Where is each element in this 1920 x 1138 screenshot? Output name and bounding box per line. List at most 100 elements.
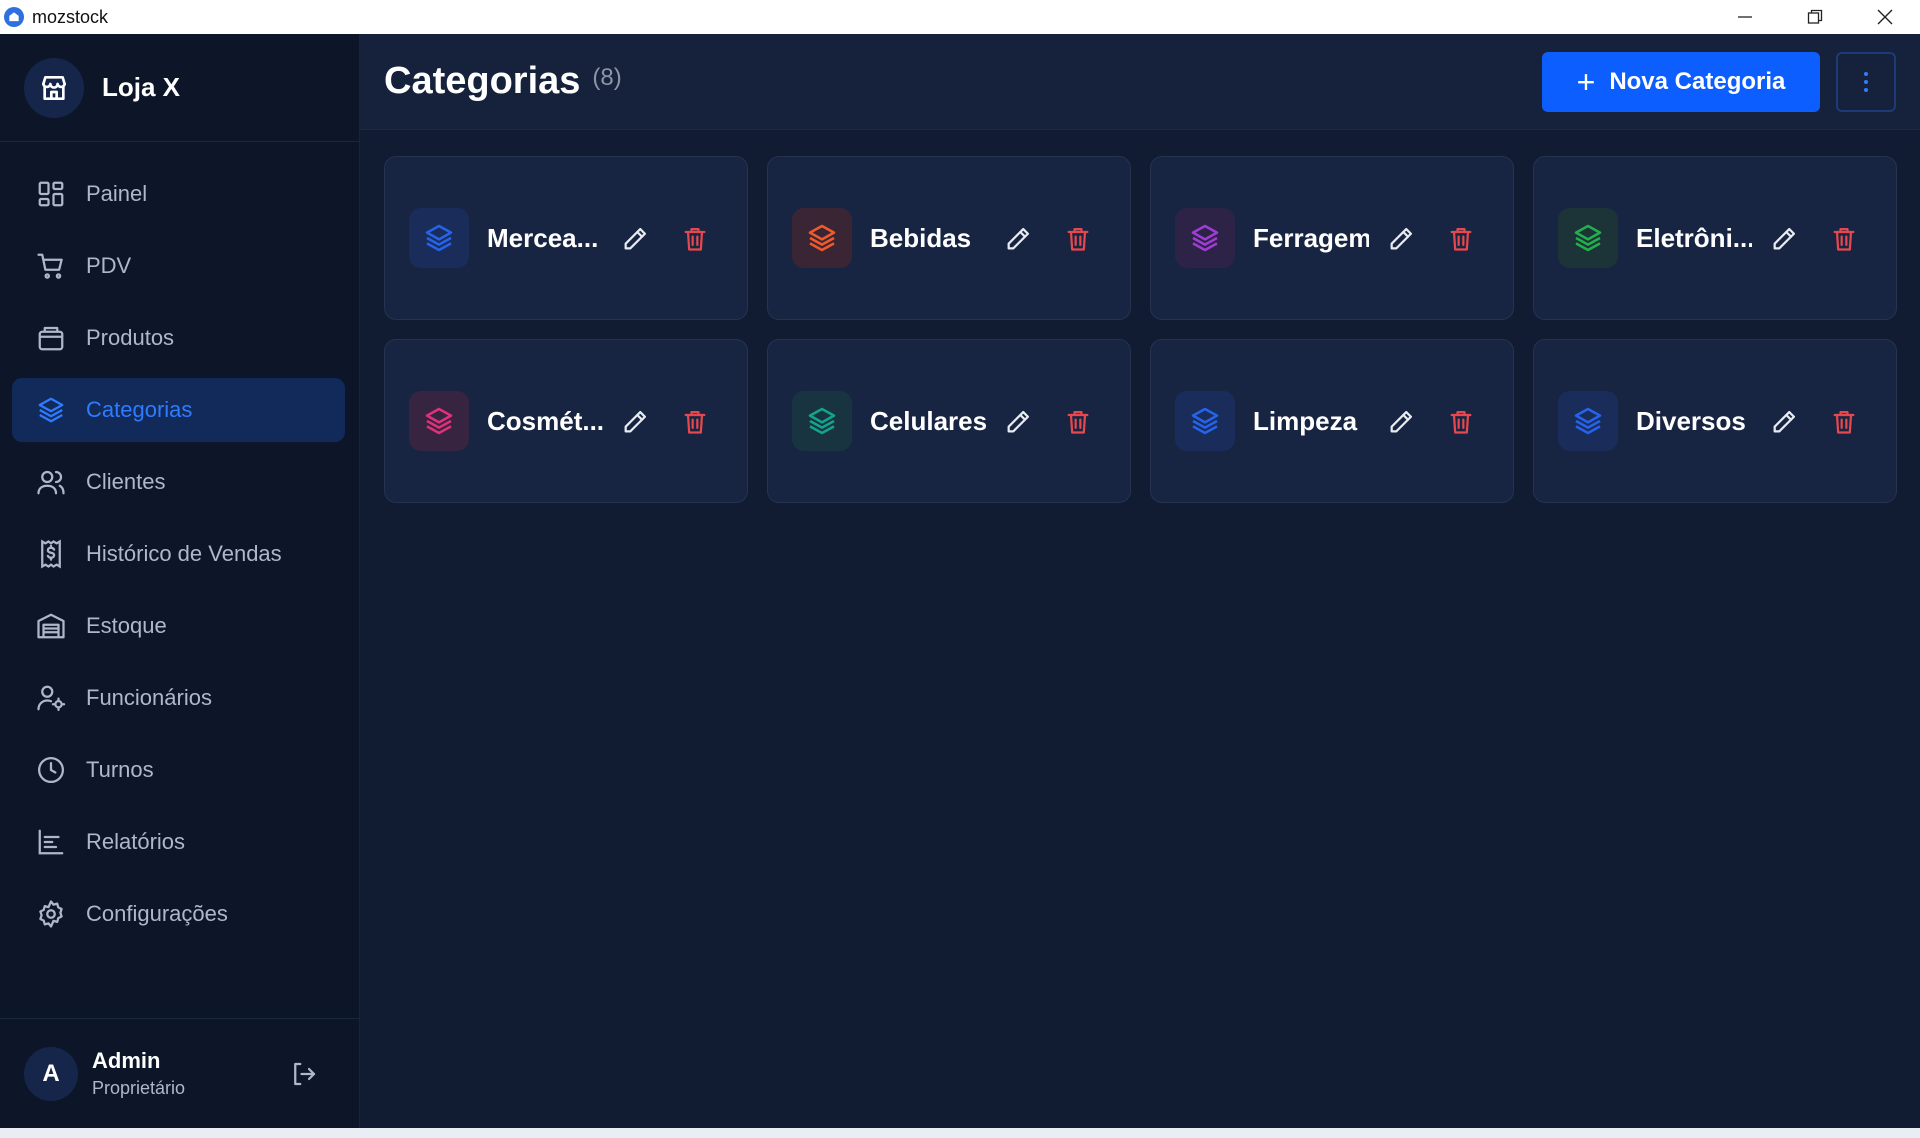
delete-category-button[interactable] xyxy=(681,225,709,253)
delete-category-button[interactable] xyxy=(1447,225,1475,253)
trash-icon xyxy=(684,227,706,251)
sidebar-item-clientes[interactable]: Clientes xyxy=(12,450,345,514)
category-name: Bebidas xyxy=(870,222,972,253)
minimize-button[interactable] xyxy=(1710,0,1780,34)
chart-icon xyxy=(38,829,64,855)
delete-category-button[interactable] xyxy=(681,408,709,436)
close-button[interactable] xyxy=(1850,0,1920,34)
category-card[interactable]: Cosmét... xyxy=(384,339,748,503)
pencil-icon xyxy=(1007,410,1030,433)
category-count: (8) xyxy=(592,63,622,91)
edit-category-button[interactable] xyxy=(621,408,649,436)
close-icon xyxy=(1877,9,1893,25)
sidebar-item-label: Histórico de Vendas xyxy=(86,541,282,566)
pencil-icon xyxy=(624,227,647,250)
category-card[interactable]: Bebidas xyxy=(767,156,1131,320)
layers-icon xyxy=(409,208,469,268)
clock-icon xyxy=(38,757,64,783)
sidebar-item-historico[interactable]: Histórico de Vendas xyxy=(12,522,345,586)
edit-category-button[interactable] xyxy=(1770,408,1798,436)
sidebar-item-pdv[interactable]: PDV xyxy=(12,234,345,298)
new-category-label: Nova Categoria xyxy=(1609,68,1786,95)
sidebar-item-funcionarios[interactable]: Funcionários xyxy=(12,666,345,730)
category-grid: Mercea... Bebidas Ferragem Eletrôni... C… xyxy=(384,156,1897,503)
delete-category-button[interactable] xyxy=(1830,408,1858,436)
sidebar-item-estoque[interactable]: Estoque xyxy=(12,594,345,658)
sidebar-item-label: PDV xyxy=(86,253,132,278)
more-options-button[interactable] xyxy=(1836,52,1896,112)
pencil-icon xyxy=(1007,227,1030,250)
brand-name: Loja X xyxy=(102,72,181,102)
app-root: Loja X Painel PDV Produtos Categorias Cl… xyxy=(0,34,1920,1128)
category-card[interactable]: Ferragem xyxy=(1150,156,1514,320)
sidebar-item-produtos[interactable]: Produtos xyxy=(12,306,345,370)
layers-icon xyxy=(1558,208,1618,268)
pencil-icon xyxy=(1773,227,1796,250)
user-cog-icon xyxy=(37,685,66,711)
sidebar: Loja X Painel PDV Produtos Categorias Cl… xyxy=(0,34,360,1128)
main-content: Categorias (8) + Nova Categoria Mercea..… xyxy=(360,34,1920,1128)
trash-icon xyxy=(1450,227,1472,251)
more-vertical-icon xyxy=(1864,72,1868,92)
category-card[interactable]: Celulares xyxy=(767,339,1131,503)
edit-category-button[interactable] xyxy=(1387,408,1415,436)
plus-icon: + xyxy=(1576,64,1596,100)
sidebar-item-label: Funcionários xyxy=(86,685,212,710)
edit-category-button[interactable] xyxy=(621,225,649,253)
sidebar-item-label: Painel xyxy=(86,181,148,206)
delete-category-button[interactable] xyxy=(1447,408,1475,436)
store-icon xyxy=(24,57,84,118)
trash-icon xyxy=(1067,410,1089,434)
category-name: Limpeza xyxy=(1253,405,1358,436)
sidebar-nav: Painel PDV Produtos Categorias Clientes … xyxy=(0,142,359,954)
gear-icon xyxy=(39,900,63,928)
delete-category-button[interactable] xyxy=(1830,225,1858,253)
category-name: Ferragem xyxy=(1253,222,1369,253)
sidebar-item-turnos[interactable]: Turnos xyxy=(12,738,345,802)
delete-category-button[interactable] xyxy=(1064,408,1092,436)
category-card[interactable]: Eletrôni... xyxy=(1533,156,1897,320)
sidebar-item-categorias[interactable]: Categorias xyxy=(12,378,345,442)
category-name: Cosmét... xyxy=(487,405,603,436)
category-card[interactable]: Mercea... xyxy=(384,156,748,320)
edit-category-button[interactable] xyxy=(1004,225,1032,253)
page-title: Categorias xyxy=(384,60,581,102)
category-card[interactable]: Limpeza xyxy=(1150,339,1514,503)
category-name: Eletrôni... xyxy=(1636,222,1752,253)
trash-icon xyxy=(684,410,706,434)
receipt-icon xyxy=(41,539,61,569)
category-name: Diversos xyxy=(1636,405,1746,436)
delete-category-button[interactable] xyxy=(1064,225,1092,253)
user-info: Admin Proprietário xyxy=(92,1048,185,1099)
app-logo-icon xyxy=(4,7,24,27)
edit-category-button[interactable] xyxy=(1770,225,1798,253)
pencil-icon xyxy=(1773,410,1796,433)
sidebar-item-relatorios[interactable]: Relatórios xyxy=(12,810,345,874)
minimize-icon xyxy=(1738,16,1752,18)
edit-category-button[interactable] xyxy=(1387,225,1415,253)
restore-icon xyxy=(1807,9,1823,24)
window-titlebar: mozstock xyxy=(0,0,1920,34)
pencil-icon xyxy=(1390,227,1413,250)
sidebar-item-painel[interactable]: Painel xyxy=(12,162,345,226)
cart-icon xyxy=(37,253,63,279)
restore-button[interactable] xyxy=(1780,0,1850,34)
window-title: mozstock xyxy=(32,6,109,27)
warehouse-icon xyxy=(37,613,65,639)
edit-category-button[interactable] xyxy=(1004,408,1032,436)
sidebar-item-label: Configurações xyxy=(86,901,228,926)
layers-icon xyxy=(792,208,852,268)
layers-icon xyxy=(1175,391,1235,451)
pencil-icon xyxy=(1390,410,1413,433)
layers-icon xyxy=(38,397,64,423)
logout-icon xyxy=(294,1062,316,1086)
window-controls xyxy=(1710,0,1920,34)
sidebar-item-label: Estoque xyxy=(86,613,167,638)
pencil-icon xyxy=(624,410,647,433)
new-category-button[interactable]: + Nova Categoria xyxy=(1542,52,1820,112)
category-card[interactable]: Diversos xyxy=(1533,339,1897,503)
category-name: Mercea... xyxy=(487,222,599,253)
logout-button[interactable] xyxy=(289,1059,319,1089)
layers-icon xyxy=(1175,208,1235,268)
sidebar-item-configuracoes[interactable]: Configurações xyxy=(12,882,345,946)
